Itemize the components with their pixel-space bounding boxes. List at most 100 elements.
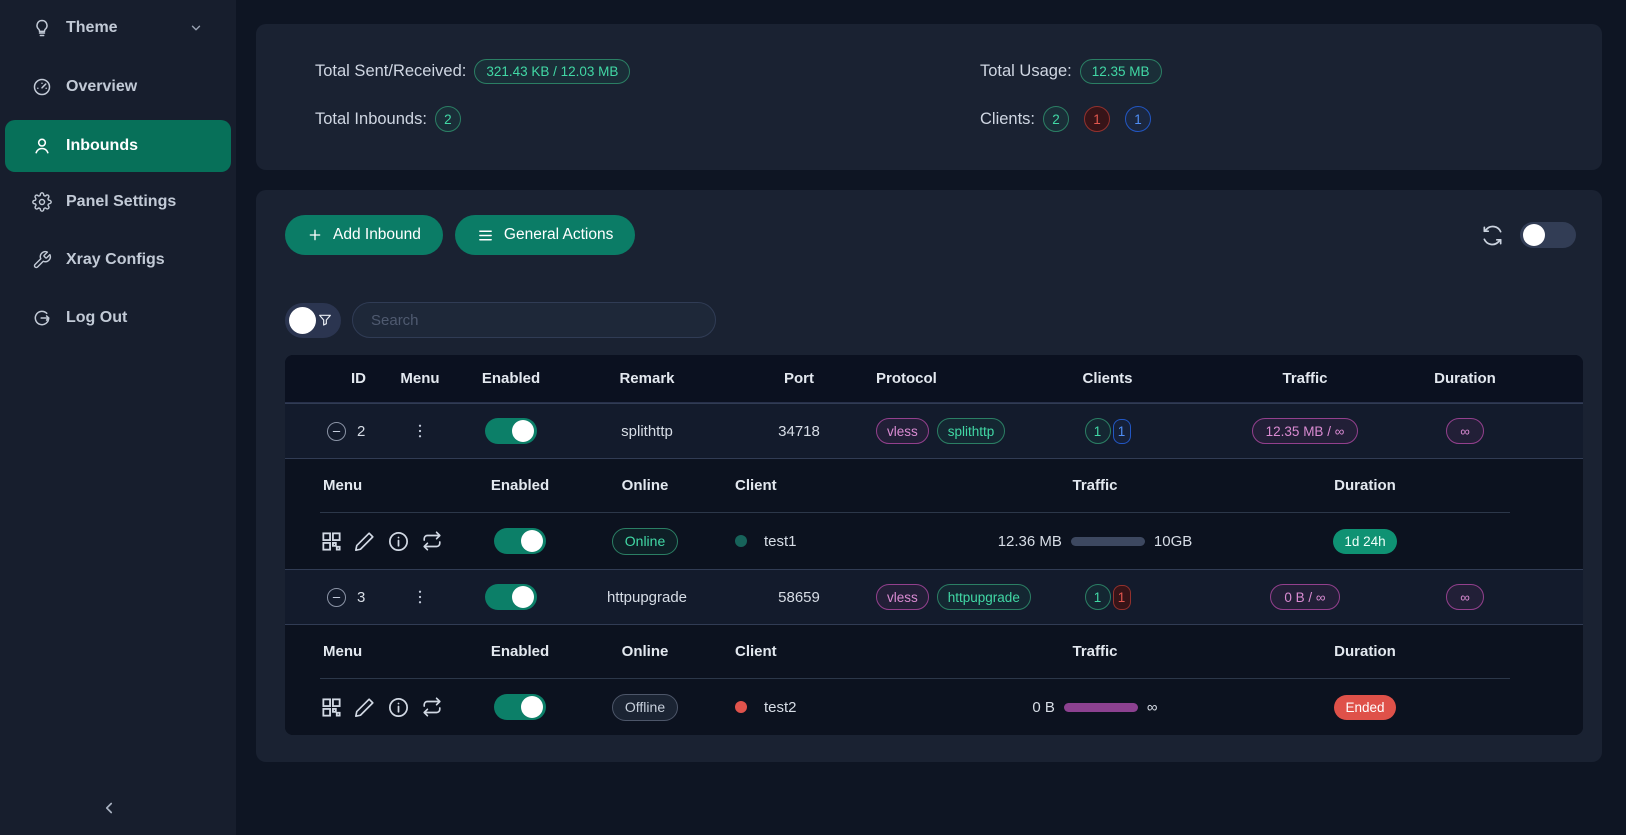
client-column-duration: Duration <box>1300 643 1430 660</box>
stat-total-usage: Total Usage: 12.35 MB <box>980 57 1602 85</box>
client-count-red: 1 <box>1113 585 1131 610</box>
column-header-traffic: Traffic <box>1205 370 1405 387</box>
protocol-badge: vless <box>876 418 929 444</box>
stat-count-badge: 2 <box>435 106 461 132</box>
reset-icon[interactable] <box>421 696 443 718</box>
filter-toggle[interactable] <box>285 303 341 338</box>
client-row: Online test1 12.36 MB 10GB 1d 24h <box>285 513 1583 569</box>
stat-value-badge: 12.35 MB <box>1080 59 1162 84</box>
sidebar-item-xray-configs[interactable]: Xray Configs <box>5 240 231 280</box>
sidebar: Theme Overview Inbounds Panel Settings X… <box>0 0 236 835</box>
traffic-total: 10GB <box>1154 533 1192 550</box>
general-actions-button[interactable]: General Actions <box>455 215 635 255</box>
sidebar-item-label: Inbounds <box>66 137 138 155</box>
toggle-knob <box>512 420 534 442</box>
user-icon <box>32 136 52 156</box>
enabled-toggle[interactable] <box>485 584 537 610</box>
sidebar-item-label: Panel Settings <box>66 193 176 211</box>
column-header-duration: Duration <box>1405 370 1525 387</box>
client-count-green: 1 <box>1085 418 1111 444</box>
online-status-badge: Offline <box>612 694 678 721</box>
toggle-knob <box>521 696 543 718</box>
duration-badge: ∞ <box>1446 418 1484 444</box>
collapse-row-icon[interactable] <box>327 422 346 441</box>
add-inbound-button[interactable]: Add Inbound <box>285 215 443 255</box>
bulb-icon <box>32 18 52 38</box>
inbounds-card: Add Inbound General Actions ID Men <box>256 190 1602 762</box>
chevron-down-icon <box>189 21 203 35</box>
column-header-enabled: Enabled <box>450 370 572 387</box>
kebab-menu-icon[interactable] <box>411 588 429 606</box>
client-details-section: Menu Enabled Online Client Traffic Durat… <box>285 458 1583 569</box>
sidebar-collapse-button[interactable] <box>100 799 118 817</box>
transport-badge: splithttp <box>937 418 1006 444</box>
client-header-row: Menu Enabled Online Client Traffic Durat… <box>285 625 1583 678</box>
client-details-section: Menu Enabled Online Client Traffic Durat… <box>285 624 1583 735</box>
client-status-dot <box>735 701 747 713</box>
toggle-knob <box>512 586 534 608</box>
client-column-menu: Menu <box>285 477 450 494</box>
info-icon[interactable] <box>387 530 410 553</box>
client-row: Offline test2 0 B ∞ Ended <box>285 679 1583 735</box>
client-count-green: 1 <box>1085 584 1111 610</box>
sidebar-item-label: Xray Configs <box>66 251 165 269</box>
stat-clients: Clients: 2 1 1 <box>980 105 1602 133</box>
kebab-menu-icon[interactable] <box>411 422 429 440</box>
client-count-blue: 1 <box>1113 419 1131 444</box>
client-column-client: Client <box>700 477 890 494</box>
client-enabled-toggle[interactable] <box>494 694 546 720</box>
reset-icon[interactable] <box>421 530 443 552</box>
inbound-remark: httpupgrade <box>572 589 722 606</box>
client-column-menu: Menu <box>285 643 450 660</box>
client-column-online: Online <box>590 477 700 494</box>
sidebar-item-overview[interactable]: Overview <box>5 67 231 107</box>
stat-label: Total Usage: <box>980 62 1072 81</box>
client-column-client: Client <box>700 643 890 660</box>
qr-code-icon[interactable] <box>320 530 343 553</box>
qr-code-icon[interactable] <box>320 696 343 719</box>
traffic-progress-bar <box>1064 703 1138 712</box>
logout-icon <box>32 308 52 328</box>
auto-refresh-toggle[interactable] <box>1520 222 1576 248</box>
client-column-enabled: Enabled <box>450 643 590 660</box>
online-status-badge: Online <box>612 528 678 555</box>
refresh-icon[interactable] <box>1481 224 1504 247</box>
sidebar-item-inbounds[interactable]: Inbounds <box>5 120 231 172</box>
gear-icon <box>32 192 52 212</box>
column-header-clients: Clients <box>1010 370 1205 387</box>
chevron-left-icon <box>100 799 118 817</box>
sidebar-item-theme[interactable]: Theme <box>5 8 231 48</box>
hamburger-icon <box>477 227 494 244</box>
inbounds-table: ID Menu Enabled Remark Port Protocol Cli… <box>285 355 1583 735</box>
enabled-toggle[interactable] <box>485 418 537 444</box>
edit-icon[interactable] <box>354 530 376 552</box>
clients-count-blue: 1 <box>1125 106 1151 132</box>
inbound-row[interactable]: 2 splithttp 34718 vless splithttp 1 1 12… <box>285 403 1583 458</box>
traffic-progress-bar <box>1071 537 1145 546</box>
client-column-traffic: Traffic <box>890 477 1300 494</box>
traffic-used: 0 B <box>1032 699 1055 716</box>
client-duration-badge: Ended <box>1334 695 1395 720</box>
client-name: test2 <box>764 699 797 716</box>
client-column-traffic: Traffic <box>890 643 1300 660</box>
column-header-protocol: Protocol <box>876 370 1010 387</box>
stats-card: Total Sent/Received: 321.43 KB / 12.03 M… <box>256 24 1602 170</box>
search-input[interactable] <box>352 302 716 338</box>
toolbar: Add Inbound General Actions <box>285 215 1576 255</box>
traffic-badge: 12.35 MB / ∞ <box>1252 418 1359 444</box>
edit-icon[interactable] <box>354 696 376 718</box>
info-icon[interactable] <box>387 696 410 719</box>
funnel-icon <box>317 312 333 328</box>
sidebar-item-log-out[interactable]: Log Out <box>5 298 231 338</box>
inbound-port: 34718 <box>722 423 876 440</box>
client-header-row: Menu Enabled Online Client Traffic Durat… <box>285 459 1583 512</box>
inbound-row[interactable]: 3 httpupgrade 58659 vless httpupgrade 1 … <box>285 569 1583 624</box>
traffic-total: ∞ <box>1147 699 1158 716</box>
collapse-row-icon[interactable] <box>327 588 346 607</box>
stat-label: Clients: <box>980 110 1035 129</box>
client-enabled-toggle[interactable] <box>494 528 546 554</box>
gauge-icon <box>32 77 52 97</box>
client-column-duration: Duration <box>1300 477 1430 494</box>
sidebar-item-panel-settings[interactable]: Panel Settings <box>5 182 231 222</box>
sidebar-item-label: Theme <box>66 19 118 37</box>
